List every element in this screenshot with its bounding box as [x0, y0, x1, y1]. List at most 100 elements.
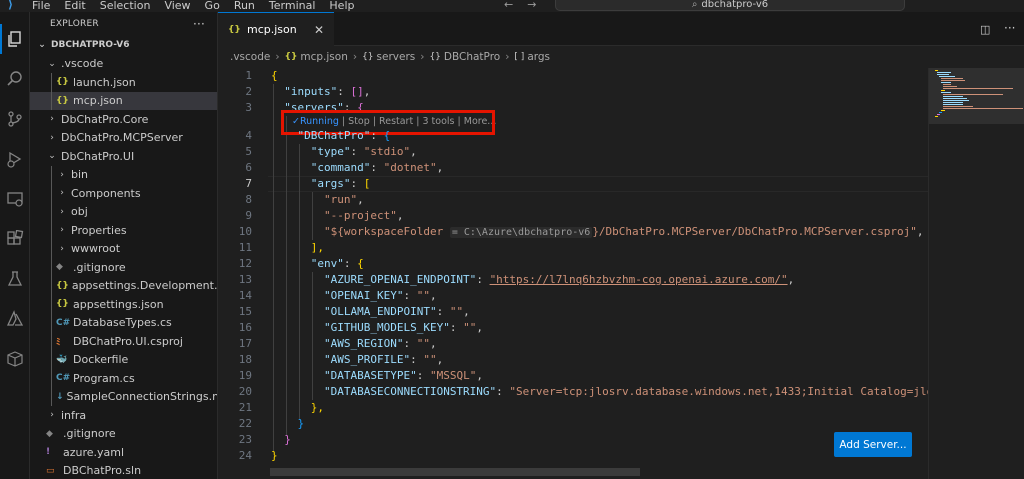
minimap-line: [943, 86, 957, 87]
line-number: 20: [238, 385, 252, 398]
tree-item[interactable]: › infra: [30, 406, 217, 425]
source-control-icon[interactable]: [4, 108, 26, 130]
menu-terminal[interactable]: Terminal: [269, 0, 316, 11]
tree-item[interactable]: › Properties: [30, 221, 217, 240]
line-number: 2: [245, 85, 252, 98]
tree-item[interactable]: › DbChatPro.MCPServer: [30, 129, 217, 148]
tree-item[interactable]: 🐳 Dockerfile: [30, 350, 217, 369]
yaml-file-icon: !: [46, 447, 51, 458]
tree-item[interactable]: › wwwroot: [30, 239, 217, 258]
breadcrumb-vscode[interactable]: .vscode: [230, 51, 270, 63]
minimap-line: [937, 114, 940, 115]
editor-tabs: {} mcp.json ✕ ◫ ···: [218, 12, 1024, 46]
more-actions-icon[interactable]: ···: [193, 17, 205, 31]
minimap-line: [943, 94, 1003, 95]
tree-item[interactable]: {} launch.json: [30, 73, 217, 92]
tree-root[interactable]: ⌄ DBCHATPRO-V6: [30, 36, 217, 55]
split-editor-icon[interactable]: ◫: [980, 23, 990, 36]
csharp-file-icon: C#: [56, 317, 71, 328]
tree-item[interactable]: ↓ SampleConnectionStrings.md: [30, 387, 217, 406]
tree-root-label: DBCHATPRO-V6: [51, 40, 130, 51]
tree-item[interactable]: › bin: [30, 165, 217, 184]
tree-item-label: DbChatPro.Core: [61, 112, 149, 126]
menu-help[interactable]: Help: [329, 0, 354, 11]
json-file-icon: {}: [228, 24, 241, 35]
tree-item[interactable]: C# Program.cs: [30, 369, 217, 388]
explorer-header: EXPLORER ···: [30, 12, 217, 36]
tree-item[interactable]: {} mcp.json: [30, 91, 217, 110]
tree-item-label: launch.json: [73, 75, 136, 89]
back-arrow-icon[interactable]: ←: [504, 0, 513, 11]
tree-item[interactable]: ▭ DBChatPro.sln: [30, 462, 217, 479]
extensions-icon[interactable]: [4, 228, 26, 250]
code-line-5: "type": "stdio",: [310, 145, 417, 158]
horizontal-scrollbar[interactable]: [270, 468, 640, 476]
line-number: 23: [238, 433, 252, 446]
forward-arrow-icon[interactable]: →: [527, 0, 536, 11]
breadcrumb-servers[interactable]: servers: [377, 51, 416, 63]
menu-view[interactable]: View: [164, 0, 190, 11]
testing-icon[interactable]: [4, 268, 26, 290]
run-debug-icon[interactable]: [4, 148, 26, 170]
containers-icon[interactable]: [4, 348, 26, 370]
breadcrumb-dbchatpro[interactable]: DBChatPro: [444, 51, 500, 63]
code-line-6: "command": "dotnet",: [310, 161, 444, 174]
tree-item[interactable]: {} appsettings.json: [30, 295, 217, 314]
tree-item[interactable]: C# DatabaseTypes.cs: [30, 313, 217, 332]
more-actions-icon[interactable]: ···: [1004, 21, 1015, 35]
json-file-icon: {}: [56, 280, 69, 291]
close-icon[interactable]: ✕: [314, 23, 324, 37]
tree-indent-guide: [51, 91, 52, 110]
line-number: 17: [238, 337, 252, 350]
tree-item-label: DBChatPro.sln: [63, 464, 142, 478]
azure-icon[interactable]: [4, 308, 26, 330]
menu-go[interactable]: Go: [205, 0, 220, 11]
tree-item-label: Properties: [71, 223, 127, 237]
minimap[interactable]: [928, 68, 1024, 479]
code-line-21: },: [310, 401, 324, 414]
tree-item[interactable]: ! azure.yaml: [30, 443, 217, 462]
tree-item-label: DbChatPro.MCPServer: [61, 131, 183, 145]
code-line-8: "run",: [323, 193, 364, 206]
chevron-right-icon: ›: [352, 51, 358, 63]
minimap-line: [943, 102, 963, 103]
tree-item[interactable]: › obj: [30, 202, 217, 221]
code-editor[interactable]: 1 2 3 4 5 6 7 8 9 10 11 12 13 14 15 16 17 18 19 20 21 22 23 24 …: [218, 68, 928, 479]
menu-edit[interactable]: Edit: [64, 0, 85, 11]
tree-item-label: appsettings.Development.js...: [71, 279, 218, 293]
tree-item[interactable]: › Components: [30, 184, 217, 203]
tree-indent-guide: [51, 369, 52, 388]
chevron-right-icon: ›: [505, 51, 510, 63]
line-number: 13: [238, 273, 252, 286]
code-line-15: "OLLAMA_ENDPOINT": "",: [323, 305, 470, 318]
menu-run[interactable]: Run: [234, 0, 255, 11]
add-server-button[interactable]: Add Server...: [834, 432, 912, 457]
line-number: 22: [238, 417, 252, 430]
tree-item[interactable]: ⌄ DbChatPro.UI: [30, 147, 217, 166]
tree-item[interactable]: ◆ .gitignore: [30, 258, 217, 277]
tree-indent-guide: [51, 276, 52, 295]
breadcrumb-args[interactable]: args: [527, 51, 550, 63]
tree-item[interactable]: ﾐ DBChatPro.UI.csproj: [30, 332, 217, 351]
explorer-title: EXPLORER: [50, 19, 99, 29]
explorer-icon[interactable]: [4, 28, 26, 50]
tab-mcp-json[interactable]: {} mcp.json ✕: [218, 12, 334, 46]
breadcrumb-file[interactable]: mcp.json: [300, 51, 347, 63]
menu-file[interactable]: File: [32, 0, 50, 11]
tree-item[interactable]: ◆ .gitignore: [30, 425, 217, 444]
command-center[interactable]: ⌕ dbchatpro-v6: [555, 0, 905, 11]
tree-item[interactable]: ⌄ .vscode: [30, 55, 217, 74]
minimap-line: [943, 84, 951, 85]
minimap-line: [941, 92, 951, 93]
search-icon[interactable]: [4, 68, 26, 90]
tree-item[interactable]: {}appsettings.Development.js...: [30, 276, 218, 295]
tree-item-label: DbChatPro.UI: [61, 149, 135, 163]
tree-item-label: Components: [71, 186, 141, 200]
minimap-line: [941, 78, 963, 79]
menu-selection[interactable]: Selection: [100, 0, 151, 11]
remote-explorer-icon[interactable]: [4, 188, 26, 210]
code-line-18: "AWS_PROFILE": "",: [323, 353, 444, 366]
minimap-line: [941, 110, 945, 111]
line-number-gutter: 1 2 3 4 5 6 7 8 9 10 11 12 13 14 15 16 17 18 19 20 21 22 23 24: [218, 68, 260, 479]
tree-item[interactable]: › DbChatPro.Core: [30, 110, 217, 129]
